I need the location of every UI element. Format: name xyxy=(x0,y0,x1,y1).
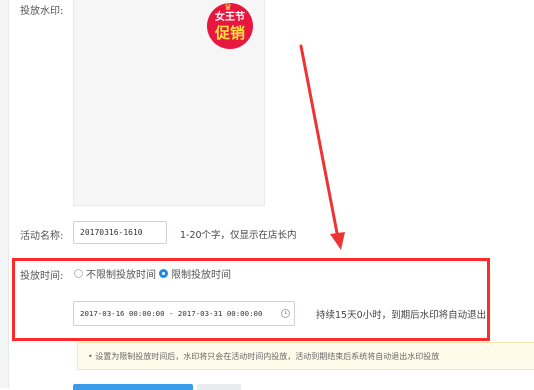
notice-bar: • 设置为限制投放时间后，水印将只会在活动时间内投放，活动到期结束后系统将自动退… xyxy=(77,342,534,370)
cancel-button[interactable] xyxy=(197,384,241,390)
notice-text: • 设置为限制投放时间后，水印将只会在活动时间内投放，活动到期结束后系统将自动退… xyxy=(88,351,440,361)
submit-button[interactable] xyxy=(73,384,193,390)
annotation-arrow xyxy=(299,44,345,250)
